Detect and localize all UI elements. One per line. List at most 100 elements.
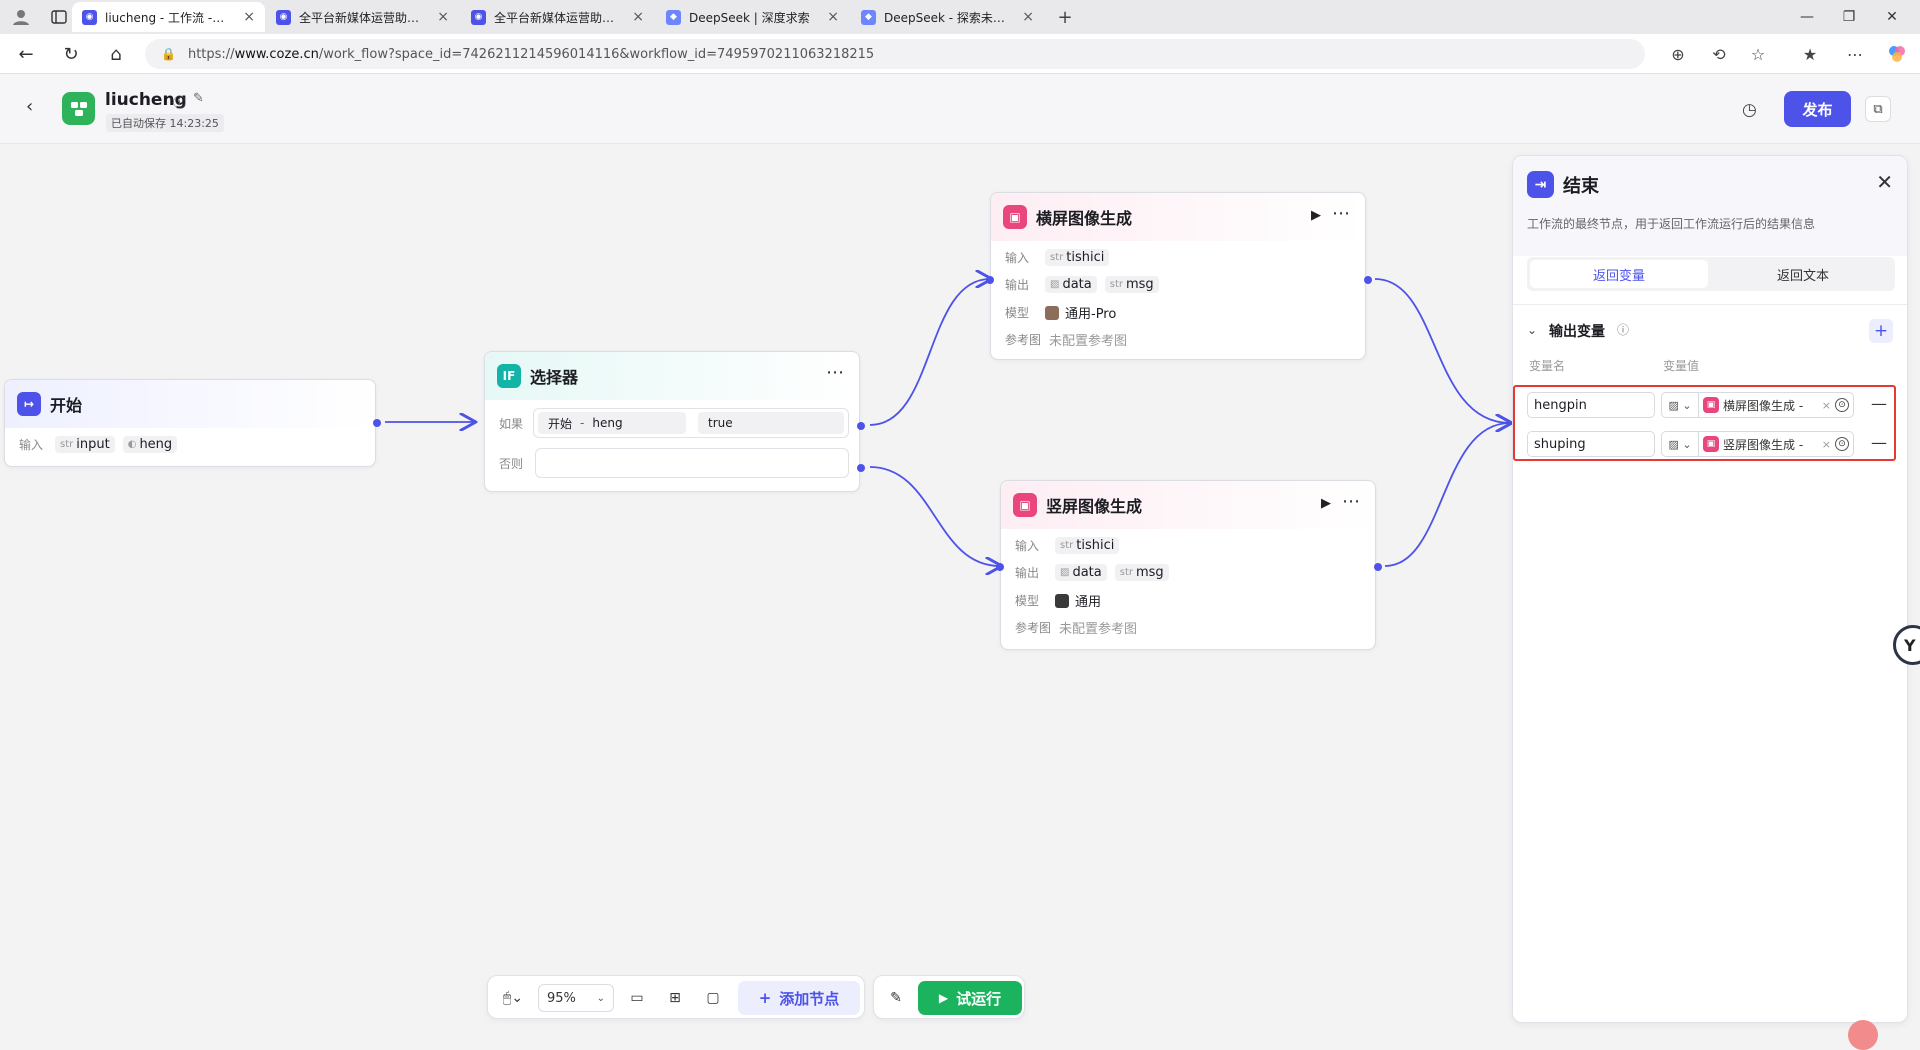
variable-value-field[interactable]: ▣ 竖屏图像生成 - × ⊙ — [1699, 431, 1854, 457]
edge-selector-if-to-landscape[interactable] — [869, 279, 990, 426]
more-icon[interactable]: ⋯ — [1842, 42, 1868, 66]
input-row: 输入 str tishici — [1015, 537, 1127, 554]
image-generate-icon: ▣ — [1013, 493, 1037, 517]
browser-tab-3[interactable]: ◉ 全平台新媒体运营助手 -智能体 - × — [461, 2, 654, 32]
copilot-icon[interactable] — [1884, 42, 1910, 66]
try-run-button[interactable]: ▶ 试运行 — [918, 981, 1022, 1015]
landscape-image-node[interactable]: ▣ 横屏图像生成 ▶ ⋯ 输入 str tishici 输出 ▨ data str m… — [986, 192, 1372, 360]
zoom-select[interactable]: 95% ⌄ — [538, 984, 614, 1012]
model-row: 模型 通用-Pro — [1005, 305, 1117, 322]
play-icon: ▶ — [938, 991, 949, 1005]
value-type-select[interactable]: ▨ ⌄ — [1661, 431, 1699, 457]
remove-variable-icon[interactable]: — — [1871, 394, 1887, 413]
output-row: 输出 ▨ data str msg — [1005, 276, 1167, 293]
more-icon[interactable]: ⋯ — [826, 362, 845, 383]
tab-return-variables[interactable]: 返回变量 — [1530, 260, 1708, 288]
add-node-button[interactable]: + 添加节点 — [738, 981, 860, 1015]
else-output-port[interactable] — [857, 464, 865, 472]
back-icon[interactable]: ‹ — [26, 96, 33, 117]
zoom-icon[interactable]: ⊕ — [1665, 42, 1691, 66]
browser-address-bar: ← ↻ ⌂ 🔒 https://www.coze.cn/work_flow?sp… — [0, 34, 1920, 74]
debug-icon[interactable]: ✎ — [882, 986, 910, 1010]
output-tag: str msg — [1104, 276, 1159, 293]
favorites-icon[interactable]: ★ — [1797, 42, 1823, 66]
output-row: 输出 ▨ data str msg — [1015, 564, 1177, 581]
back-arrow-icon[interactable]: ← — [12, 41, 40, 67]
comment-icon[interactable]: ▭ — [622, 986, 652, 1010]
info-icon[interactable]: ⓘ — [173, 92, 186, 111]
deepseek-favicon-icon: ◆ — [666, 9, 681, 25]
if-output-port[interactable] — [857, 422, 865, 430]
condition-right[interactable]: true — [698, 412, 844, 434]
mouse-mode-icon[interactable]: 🖱⌄ — [496, 986, 530, 1010]
remove-variable-icon[interactable]: — — [1871, 433, 1887, 452]
section-title: 输出变量 — [1549, 324, 1605, 340]
translate-icon[interactable]: ⟲ — [1706, 42, 1732, 66]
close-tab-icon[interactable]: × — [437, 9, 449, 25]
close-tab-icon[interactable]: × — [632, 9, 644, 25]
copy-icon[interactable]: ⧉ — [1865, 96, 1891, 122]
edit-icon[interactable]: ✎ — [193, 91, 204, 106]
profile-icon[interactable] — [10, 6, 32, 28]
output-port[interactable] — [373, 419, 381, 427]
history-icon[interactable]: ◷ — [1742, 100, 1757, 120]
close-tab-icon[interactable]: × — [243, 9, 255, 25]
info-icon[interactable]: ⓘ — [1617, 321, 1629, 338]
more-icon[interactable]: ⋯ — [1332, 203, 1351, 224]
start-node[interactable]: ↦ 开始 输入 str input ◐ heng — [4, 379, 381, 467]
clear-icon[interactable]: × — [1822, 399, 1831, 412]
condition-box[interactable]: 开始 - heng true — [533, 408, 849, 438]
tab-actions-icon[interactable] — [48, 6, 70, 28]
variable-value-field[interactable]: ▣ 横屏图像生成 - × ⊙ — [1699, 392, 1854, 418]
model-avatar-icon — [1045, 305, 1059, 320]
value-type-select[interactable]: ▨ ⌄ — [1661, 392, 1699, 418]
minimize-icon[interactable]: — — [1787, 4, 1827, 30]
chevron-down-icon[interactable]: ⌄ — [1527, 323, 1537, 337]
edge-selector-else-to-portrait[interactable] — [869, 466, 1000, 566]
run-icon[interactable]: ▶ — [1321, 496, 1331, 511]
node-title: 竖屏图像生成 — [1046, 497, 1143, 516]
close-icon[interactable]: ✕ — [1876, 170, 1893, 194]
browser-tab-5[interactable]: ◆ DeepSeek - 探索未至之境 × — [851, 2, 1044, 32]
variable-name-field[interactable]: hengpin — [1527, 392, 1655, 418]
minimap-icon[interactable]: ▢ — [698, 986, 728, 1010]
floating-helper-icon[interactable] — [1848, 1020, 1878, 1050]
more-icon[interactable]: ⋯ — [1342, 491, 1361, 512]
edge-landscape-to-end[interactable] — [1374, 278, 1510, 423]
input-port[interactable] — [986, 276, 994, 284]
image-generate-icon: ▣ — [1703, 397, 1719, 413]
if-icon: IF — [497, 364, 521, 388]
else-box[interactable] — [534, 448, 849, 478]
output-tag: str msg — [1114, 564, 1169, 581]
close-tab-icon[interactable]: × — [827, 9, 839, 25]
browser-tab-2[interactable]: ◉ 全平台新媒体运营助手 -智能体 - × — [266, 2, 459, 32]
clear-icon[interactable]: × — [1822, 438, 1831, 451]
variable-name-field[interactable]: shuping — [1527, 431, 1655, 457]
settings-circle-icon[interactable]: ⊙ — [1835, 437, 1849, 451]
new-tab-icon[interactable]: + — [1054, 6, 1076, 28]
portrait-image-node[interactable]: ▣ 竖屏图像生成 ▶ ⋯ 输入 str tishici 输出 ▨ data str m… — [996, 480, 1382, 650]
output-port[interactable] — [1364, 276, 1372, 284]
close-tab-icon[interactable]: × — [1022, 9, 1034, 25]
close-window-icon[interactable]: ✕ — [1872, 4, 1912, 30]
url-field[interactable]: 🔒 https://www.coze.cn/work_flow?space_id… — [145, 39, 1645, 69]
restore-icon[interactable]: ❐ — [1829, 4, 1869, 30]
input-port[interactable] — [996, 563, 1004, 571]
add-variable-button[interactable]: + — [1869, 319, 1893, 343]
edge-portrait-to-end[interactable] — [1384, 423, 1510, 567]
coze-favicon-icon: ◉ — [82, 9, 97, 25]
layout-icon[interactable]: ⊞ — [660, 986, 690, 1010]
favorite-star-icon[interactable]: ☆ — [1745, 42, 1771, 66]
model-row: 模型 通用 — [1015, 593, 1102, 610]
settings-circle-icon[interactable]: ⊙ — [1835, 398, 1849, 412]
home-icon[interactable]: ⌂ — [102, 41, 130, 67]
run-icon[interactable]: ▶ — [1311, 208, 1321, 223]
tab-return-text[interactable]: 返回文本 — [1714, 260, 1892, 288]
browser-tab-4[interactable]: ◆ DeepSeek | 深度求索 × — [656, 2, 849, 32]
selector-node[interactable]: IF 选择器 ⋯ 如果 开始 - heng true 否则 — [484, 351, 865, 492]
publish-button[interactable]: 发布 — [1784, 91, 1851, 127]
reload-icon[interactable]: ↻ — [57, 41, 85, 67]
condition-left[interactable]: 开始 - heng — [538, 412, 686, 434]
output-port[interactable] — [1374, 563, 1382, 571]
browser-tab-1[interactable]: ◉ liucheng - 工作流 -智能体平台 × — [72, 2, 265, 32]
